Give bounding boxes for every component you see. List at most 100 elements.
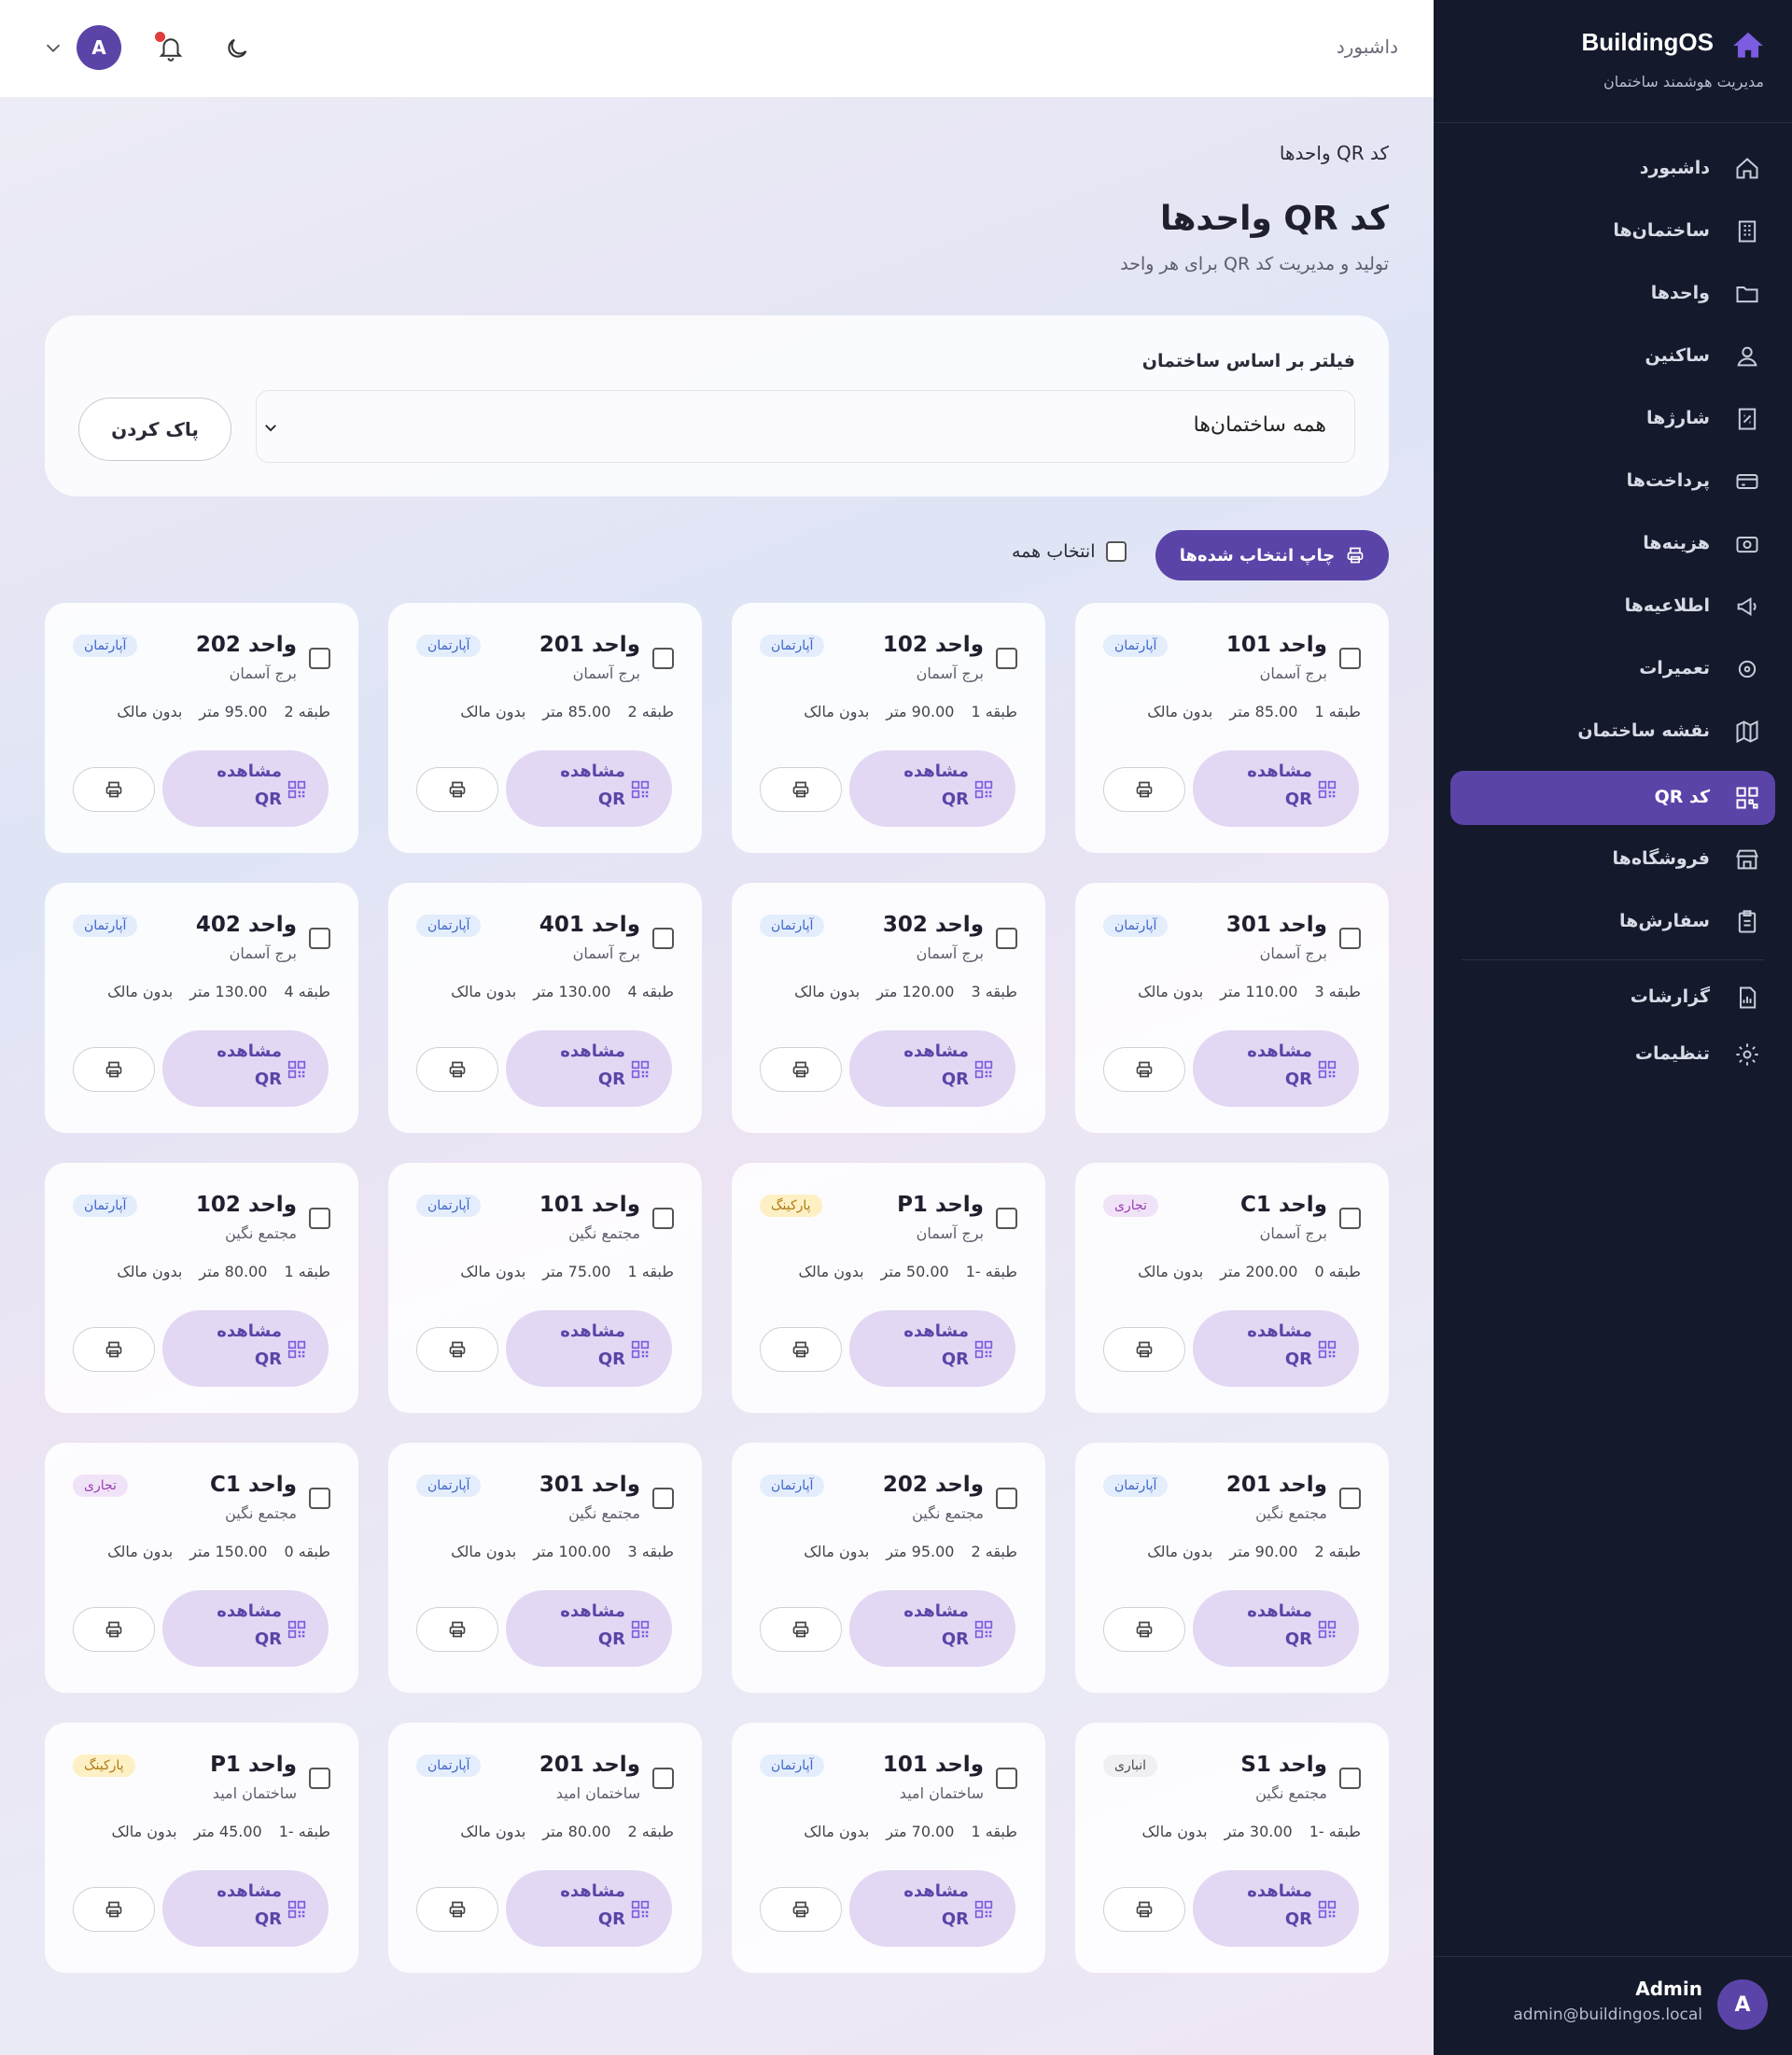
view-qr-button[interactable]: مشاهده QR [849, 750, 1015, 827]
sidebar-user[interactable]: A Admin admin@buildingos.local [1434, 1956, 1792, 2055]
sidebar-item-report[interactable]: گزارشات [1450, 971, 1775, 1025]
view-qr-button[interactable]: مشاهده QR [506, 1870, 672, 1947]
select-all[interactable]: انتخاب همه [1012, 541, 1127, 562]
sidebar-item-wallet[interactable]: هزینه‌ها [1450, 517, 1775, 571]
printer-icon [791, 1060, 810, 1079]
unit-checkbox[interactable] [652, 648, 674, 669]
unit-checkbox[interactable] [309, 1208, 330, 1229]
sidebar-item-wrench[interactable]: تعمیرات [1450, 642, 1775, 696]
view-qr-button[interactable]: مشاهده QR [849, 1870, 1015, 1947]
unit-checkbox[interactable] [1339, 928, 1361, 949]
print-unit-button[interactable] [73, 1327, 155, 1372]
unit-title: واحد 201 [539, 633, 640, 657]
sidebar-item-label: سفارش‌ها [1619, 911, 1710, 931]
view-qr-label-qr: QR [941, 1069, 969, 1089]
top-breadcrumb[interactable]: داشبورد [1337, 35, 1398, 58]
unit-checkbox[interactable] [996, 648, 1017, 669]
sidebar-item-folder[interactable]: واحدها [1450, 267, 1775, 321]
sidebar-item-credit-card[interactable]: پرداخت‌ها [1450, 454, 1775, 509]
unit-checkbox[interactable] [1339, 1488, 1361, 1509]
unit-floor: طبقه 3 [971, 983, 1017, 1000]
view-qr-button[interactable]: مشاهده QR [849, 1030, 1015, 1107]
view-qr-button[interactable]: مشاهده QR [506, 750, 672, 827]
unit-checkbox[interactable] [652, 1488, 674, 1509]
chevron-down-icon[interactable] [43, 37, 63, 58]
sidebar-item-building[interactable]: ساختمان‌ها [1450, 204, 1775, 259]
print-unit-button[interactable] [760, 1607, 842, 1652]
print-unit-button[interactable] [416, 1047, 498, 1092]
print-unit-button[interactable] [1103, 1327, 1185, 1372]
view-qr-button[interactable]: مشاهده QR [1193, 1310, 1359, 1387]
unit-checkbox[interactable] [996, 1488, 1017, 1509]
view-qr-button[interactable]: مشاهده QR [506, 1310, 672, 1387]
sidebar-item-gear[interactable]: تنظیمات [1450, 1028, 1775, 1082]
print-unit-button[interactable] [760, 767, 842, 812]
view-qr-button[interactable]: مشاهده QR [162, 1590, 329, 1667]
unit-checkbox[interactable] [309, 1768, 330, 1789]
view-qr-button[interactable]: مشاهده QR [1193, 750, 1359, 827]
view-qr-label-qr: QR [941, 790, 969, 809]
sidebar-item-clipboard[interactable]: سفارش‌ها [1450, 895, 1775, 949]
view-qr-label: مشاهده [217, 762, 282, 781]
unit-checkbox[interactable] [309, 1488, 330, 1509]
view-qr-button[interactable]: مشاهده QR [506, 1590, 672, 1667]
print-unit-button[interactable] [416, 1887, 498, 1932]
unit-checkbox[interactable] [1339, 1208, 1361, 1229]
qr-code-icon [287, 1900, 306, 1919]
print-unit-button[interactable] [1103, 1047, 1185, 1092]
print-unit-button[interactable] [760, 1327, 842, 1372]
print-unit-button[interactable] [760, 1887, 842, 1932]
unit-type-badge: آپارتمان [760, 635, 825, 657]
unit-checkbox[interactable] [309, 928, 330, 949]
sidebar-item-map[interactable]: نقشه ساختمان [1450, 705, 1775, 759]
print-selected-label: چاپ انتخاب شده‌ها [1179, 545, 1336, 566]
sidebar-item-receipt[interactable]: شارژها [1450, 392, 1775, 446]
print-unit-button[interactable] [416, 1607, 498, 1652]
sidebar-item-home[interactable]: داشبورد [1450, 142, 1775, 196]
view-qr-button[interactable]: مشاهده QR [162, 1030, 329, 1107]
print-unit-button[interactable] [1103, 767, 1185, 812]
print-unit-button[interactable] [416, 767, 498, 812]
sidebar-item-store[interactable]: فروشگاه‌ها [1450, 832, 1775, 887]
sidebar-item-qr-code[interactable]: کد QR [1450, 771, 1775, 825]
brand-name[interactable]: BuildingOS [1581, 28, 1714, 57]
view-qr-button[interactable]: مشاهده QR [506, 1030, 672, 1107]
unit-owner: بدون مالک [804, 1823, 870, 1840]
sidebar-item-user[interactable]: ساکنین [1450, 329, 1775, 384]
view-qr-button[interactable]: مشاهده QR [162, 1870, 329, 1947]
print-unit-button[interactable] [73, 1607, 155, 1652]
print-unit-button[interactable] [416, 1327, 498, 1372]
view-qr-button[interactable]: مشاهده QR [1193, 1590, 1359, 1667]
avatar[interactable]: A [77, 25, 121, 70]
sidebar-item-megaphone[interactable]: اطلاعیه‌ها [1450, 580, 1775, 634]
clear-filter-button[interactable]: پاک کردن [78, 398, 231, 461]
view-qr-button[interactable]: مشاهده QR [849, 1310, 1015, 1387]
unit-checkbox[interactable] [1339, 648, 1361, 669]
print-unit-button[interactable] [73, 1887, 155, 1932]
unit-checkbox[interactable] [652, 1208, 674, 1229]
avatar[interactable]: A [1717, 1979, 1768, 2030]
select-all-checkbox[interactable] [1106, 541, 1127, 562]
print-unit-button[interactable] [1103, 1887, 1185, 1932]
print-unit-button[interactable] [1103, 1607, 1185, 1652]
moon-icon[interactable] [224, 35, 250, 62]
unit-building: برج آسمان [572, 664, 640, 682]
unit-type-badge: آپارتمان [416, 1195, 482, 1217]
print-unit-button[interactable] [73, 1047, 155, 1092]
view-qr-button[interactable]: مشاهده QR [162, 1310, 329, 1387]
view-qr-button[interactable]: مشاهده QR [849, 1590, 1015, 1667]
unit-checkbox[interactable] [652, 1768, 674, 1789]
unit-checkbox[interactable] [996, 1768, 1017, 1789]
unit-checkbox[interactable] [1339, 1768, 1361, 1789]
unit-checkbox[interactable] [996, 928, 1017, 949]
unit-checkbox[interactable] [652, 928, 674, 949]
print-unit-button[interactable] [73, 767, 155, 812]
print-unit-button[interactable] [760, 1047, 842, 1092]
building-filter-select[interactable]: همه ساختمان‌ها [256, 390, 1355, 463]
unit-checkbox[interactable] [996, 1208, 1017, 1229]
print-selected-button[interactable]: چاپ انتخاب شده‌ها [1155, 530, 1389, 580]
view-qr-button[interactable]: مشاهده QR [162, 750, 329, 827]
view-qr-button[interactable]: مشاهده QR [1193, 1870, 1359, 1947]
view-qr-button[interactable]: مشاهده QR [1193, 1030, 1359, 1107]
unit-checkbox[interactable] [309, 648, 330, 669]
